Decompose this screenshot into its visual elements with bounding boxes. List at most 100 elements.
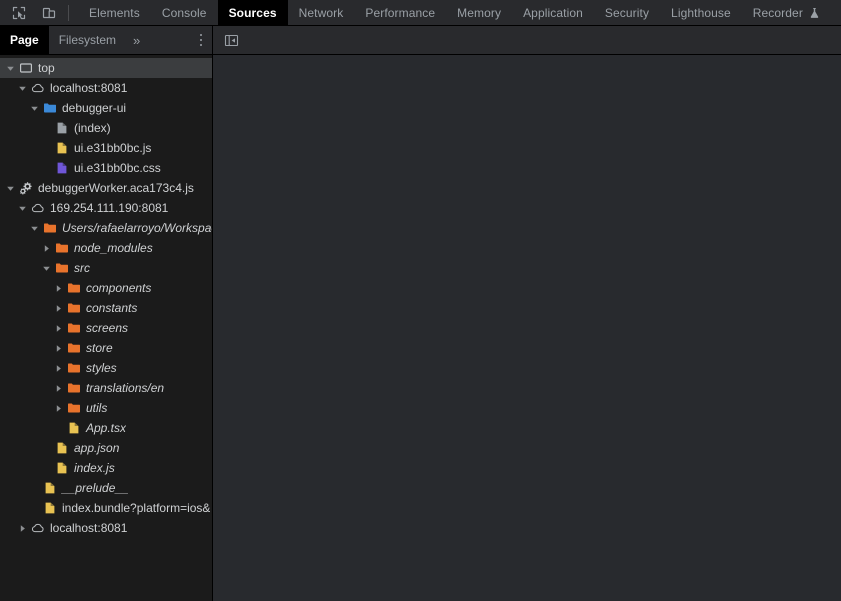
- device-toolbar-icon[interactable]: [36, 1, 62, 25]
- chevron-down-icon[interactable]: [16, 204, 29, 213]
- tree-item-label: localhost:8081: [50, 521, 128, 535]
- toolbar-divider: [68, 4, 69, 21]
- panel-collapse-icon[interactable]: [218, 29, 244, 51]
- tree-item[interactable]: src: [0, 258, 212, 278]
- chevron-right-icon[interactable]: [52, 404, 65, 413]
- tree-item[interactable]: localhost:8081: [0, 518, 212, 538]
- chevron-right-icon[interactable]: [52, 324, 65, 333]
- navigator-tab-label: Page: [10, 33, 39, 47]
- tree-item-label: components: [86, 281, 152, 295]
- editor-toolbar: [213, 26, 841, 55]
- doc-yellow-icon: [41, 481, 58, 495]
- tree-item-label: (index): [74, 121, 111, 135]
- editor-content[interactable]: [213, 55, 841, 601]
- tree-item-label: src: [74, 261, 90, 275]
- tab-label: Console: [161, 5, 207, 20]
- folder-orange-icon: [65, 401, 82, 415]
- tree-item[interactable]: index.js: [0, 458, 212, 478]
- tab-application[interactable]: Application: [512, 0, 594, 25]
- tab-label: Recorder: [752, 5, 803, 20]
- tree-item[interactable]: styles: [0, 358, 212, 378]
- navigator-tab-filesystem[interactable]: Filesystem: [49, 26, 126, 54]
- doc-yellow-icon: [65, 421, 82, 435]
- chevron-down-icon[interactable]: [16, 84, 29, 93]
- chevron-right-icon[interactable]: [40, 244, 53, 253]
- tree-item[interactable]: index.bundle?platform=ios&: [0, 498, 212, 518]
- chevron-down-icon[interactable]: [40, 264, 53, 273]
- navigator-tab-page[interactable]: Page: [0, 26, 49, 54]
- tab-security[interactable]: Security: [594, 0, 660, 25]
- chevron-right-icon[interactable]: [52, 284, 65, 293]
- tree-item[interactable]: translations/en: [0, 378, 212, 398]
- navigator-pane: Page Filesystem » top localhost:8081 debug…: [0, 26, 213, 601]
- chevron-right-icon[interactable]: [52, 364, 65, 373]
- tree-item[interactable]: App.tsx: [0, 418, 212, 438]
- main-toolbar: Elements Console Sources Network Performance…: [0, 0, 841, 26]
- tree-item[interactable]: (index): [0, 118, 212, 138]
- cloud-icon: [29, 521, 46, 535]
- doc-purple-icon: [53, 161, 70, 175]
- chevron-right-icon[interactable]: [16, 524, 29, 533]
- tree-item[interactable]: 169.254.111.190:8081: [0, 198, 212, 218]
- tree-item-label: debuggerWorker.aca173c4.js: [38, 181, 194, 195]
- tree-item-label: index.js: [74, 461, 115, 475]
- tab-network[interactable]: Network: [288, 0, 355, 25]
- chevron-down-icon[interactable]: [28, 224, 41, 233]
- tree-item[interactable]: node_modules: [0, 238, 212, 258]
- tab-elements[interactable]: Elements: [78, 0, 151, 25]
- tree-item-label: index.bundle?platform=ios&: [62, 501, 211, 515]
- doc-gray-icon: [53, 121, 70, 135]
- tab-performance[interactable]: Performance: [354, 0, 446, 25]
- folder-orange-icon: [53, 261, 70, 275]
- inspect-element-icon[interactable]: [6, 1, 32, 25]
- tree-item[interactable]: debugger-ui: [0, 98, 212, 118]
- tree-item[interactable]: top: [0, 58, 212, 78]
- folder-orange-icon: [65, 361, 82, 375]
- tab-recorder[interactable]: Recorder: [742, 0, 831, 25]
- tree-item-label: App.tsx: [86, 421, 127, 435]
- editor-pane: [213, 26, 841, 601]
- tree-item[interactable]: components: [0, 278, 212, 298]
- tree-item-label: 169.254.111.190:8081: [50, 201, 169, 215]
- tab-console[interactable]: Console: [151, 0, 218, 25]
- tree-item[interactable]: store: [0, 338, 212, 358]
- tab-memory[interactable]: Memory: [446, 0, 512, 25]
- folder-orange-icon: [65, 301, 82, 315]
- tree-item[interactable]: Users/rafaelarroyo/Workspac: [0, 218, 212, 238]
- chevron-right-icon[interactable]: [52, 344, 65, 353]
- chevron-down-icon[interactable]: [4, 64, 17, 73]
- more-options-vertical-dots-icon[interactable]: [190, 26, 212, 54]
- tree-item-label: constants: [86, 301, 138, 315]
- doc-yellow-icon: [41, 501, 58, 515]
- tree-item[interactable]: ui.e31bb0bc.css: [0, 158, 212, 178]
- doc-yellow-icon: [53, 461, 70, 475]
- tree-item[interactable]: screens: [0, 318, 212, 338]
- tab-sources[interactable]: Sources: [217, 0, 288, 25]
- tree-item-label: debugger-ui: [62, 101, 127, 115]
- chevron-down-icon[interactable]: [28, 104, 41, 113]
- frame-icon: [17, 61, 34, 75]
- tree-item[interactable]: app.json: [0, 438, 212, 458]
- tree-item-label: app.json: [74, 441, 120, 455]
- tree-item[interactable]: constants: [0, 298, 212, 318]
- tab-lighthouse[interactable]: Lighthouse: [660, 0, 742, 25]
- tree-item-label: styles: [86, 361, 117, 375]
- tree-item[interactable]: ui.e31bb0bc.js: [0, 138, 212, 158]
- tab-label: Lighthouse: [671, 5, 731, 20]
- tree-item[interactable]: localhost:8081: [0, 78, 212, 98]
- tree-item-label: node_modules: [74, 241, 153, 255]
- folder-orange-icon: [65, 321, 82, 335]
- devtools-window: Elements Console Sources Network Performance…: [0, 0, 841, 601]
- tab-label: Performance: [365, 5, 436, 20]
- chevron-down-icon[interactable]: [4, 184, 17, 193]
- file-tree: top localhost:8081 debugger-ui (index) ui.e3…: [0, 55, 212, 601]
- tab-label: Security: [604, 5, 650, 20]
- chevron-right-icon[interactable]: [52, 304, 65, 313]
- folder-orange-icon: [41, 221, 58, 235]
- tree-item[interactable]: debuggerWorker.aca173c4.js: [0, 178, 212, 198]
- tree-item[interactable]: utils: [0, 398, 212, 418]
- tab-label: Network: [298, 5, 344, 20]
- chevron-right-icon[interactable]: [52, 384, 65, 393]
- navigator-overflow-chevron-icon[interactable]: »: [126, 26, 147, 54]
- tree-item[interactable]: __prelude__: [0, 478, 212, 498]
